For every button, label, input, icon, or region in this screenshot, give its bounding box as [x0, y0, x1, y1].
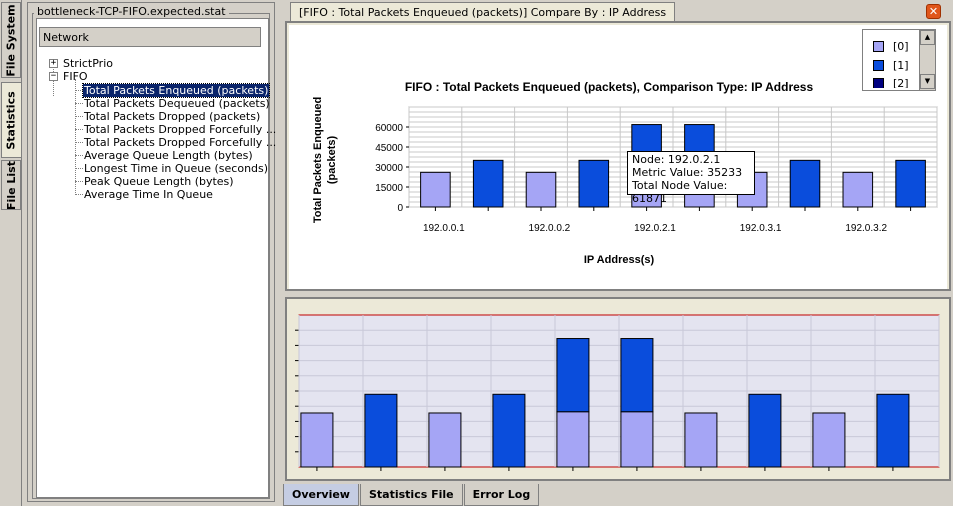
tree-item-total-packets-enqueued[interactable]: Total Packets Enqueued (packets)	[81, 83, 271, 98]
tooltip-total-node-value: Total Node Value: 61871	[632, 179, 728, 205]
overview-bar-8	[812, 412, 846, 468]
tree-line	[75, 168, 83, 169]
x-tick-label: 192.0.3.1	[740, 223, 782, 234]
bar-s1s-1	[472, 159, 504, 208]
y-axis-label: Total Packets Enqueued	[312, 97, 324, 223]
bar-s1s-3	[578, 159, 610, 208]
tooltip-node: Node: 192.0.2.1	[632, 153, 721, 166]
panel-title: bottleneck-TCP-FIFO.expected.stat	[34, 5, 229, 18]
bar-s0s-0	[420, 171, 451, 208]
bar-s1s-9	[895, 159, 926, 208]
x-tick-label: 192.0.0.1	[423, 223, 465, 234]
bar-tooltip: Node: 192.0.2.1 Metric Value: 35233 Tota…	[627, 151, 755, 205]
y-tick-label: 15000	[375, 183, 403, 194]
y-tick-label: 45000	[375, 143, 403, 154]
scroll-down-icon[interactable]: ▼	[920, 74, 935, 89]
vertical-tab-strip: File System Statistics File List	[0, 0, 22, 506]
x-tick-label: 192.0.3.2	[845, 223, 887, 234]
x-axis-label: IP Address(s)	[584, 254, 655, 266]
y-axis-label: (packets)	[326, 136, 338, 185]
metric-tree: Network + StrictPrio − FIFO Total Packet…	[36, 18, 276, 498]
overview-bar-7	[748, 393, 782, 468]
close-icon[interactable]: ✕	[926, 4, 941, 19]
bar-s0s-8	[842, 171, 874, 208]
bottom-tab-strip: Overview Statistics File Error Log	[283, 484, 540, 506]
bar-s0s-2	[525, 171, 557, 208]
overview-bar-5	[620, 411, 654, 468]
legend-swatch	[873, 40, 884, 52]
bar-s1s-7	[789, 159, 821, 208]
tab-file-list-label: File List	[4, 160, 18, 210]
x-tick-label: 192.0.0.2	[529, 223, 571, 234]
main-chart: 0 15000 30000 45000 60000 192.0.0.1 192.0.0.2 1…	[312, 80, 938, 266]
tab-file-list[interactable]: File List	[1, 160, 21, 210]
tree-line	[75, 116, 83, 117]
tab-file-system-label: File System	[4, 3, 18, 77]
legend-item: [0]	[873, 39, 909, 53]
tab-error-log[interactable]: Error Log	[463, 484, 540, 506]
overview-bar-0	[300, 412, 334, 468]
tree-node-strictprio[interactable]: StrictPrio	[63, 57, 113, 70]
tree-item-total-packets-dequeued[interactable]: Total Packets Dequeued (packets)	[83, 97, 271, 110]
expand-strictprio-icon[interactable]: +	[49, 59, 58, 68]
tab-overview[interactable]: Overview	[283, 484, 359, 506]
legend-swatch	[873, 59, 884, 71]
overview-bar-3	[492, 393, 526, 468]
legend-swatch	[873, 78, 884, 88]
overview-bar-5	[620, 338, 654, 413]
tree-item-peak-queue-length[interactable]: Peak Queue Length (bytes)	[83, 175, 235, 188]
legend-label: [2]	[893, 78, 909, 88]
y-tick-label: 30000	[375, 163, 403, 174]
overview-frame	[285, 297, 951, 481]
tree-item-total-packets-dropped[interactable]: Total Packets Dropped (packets)	[83, 110, 261, 123]
overview-bar-4	[556, 411, 590, 468]
overview-chart[interactable]	[287, 299, 949, 479]
chart-frame: 0 15000 30000 45000 60000 192.0.0.1 192.0.0.2 1…	[285, 21, 951, 291]
legend-item: [1]	[873, 58, 909, 72]
tree-line	[75, 155, 83, 156]
main-chart-area: 0 15000 30000 45000 60000 192.0.0.1 192.0.0.2 1…	[289, 25, 947, 289]
legend-scrollbar[interactable]: ▲ ▼	[919, 30, 935, 90]
tree-line	[75, 79, 76, 195]
x-tick-label: 192.0.2.1	[634, 223, 676, 234]
overview-bar-6	[684, 412, 718, 468]
chart-legend: [0] [1] [2] ▲ ▼	[862, 29, 936, 91]
y-tick-label: 0	[397, 203, 403, 214]
tree-item-average-time-in-queue[interactable]: Average Time In Queue	[83, 188, 214, 201]
tree-item-dropped-forcefully-1[interactable]: Total Packets Dropped Forcefully ...	[83, 123, 277, 136]
chart-title: FIFO : Total Packets Enqueued (packets),…	[405, 80, 814, 94]
tree-item-average-queue-length[interactable]: Average Queue Length (bytes)	[83, 149, 254, 162]
tree-line	[75, 129, 83, 130]
legend-label: [1]	[893, 58, 909, 72]
tab-statistics-label: Statistics	[5, 90, 18, 150]
tree-line	[75, 90, 83, 91]
tab-statistics[interactable]: Statistics	[1, 82, 21, 158]
chart-tab[interactable]: [FIFO : Total Packets Enqueued (packets)…	[290, 2, 676, 22]
legend-item: [2]	[873, 78, 909, 88]
tree-item-dropped-forcefully-2[interactable]: Total Packets Dropped Forcefully ...	[83, 136, 277, 149]
tree-line	[75, 103, 83, 104]
tree-line	[75, 142, 83, 143]
tree-line	[75, 194, 83, 195]
collapse-fifo-icon[interactable]: −	[49, 72, 58, 81]
tree-item-longest-time-in-queue[interactable]: Longest Time in Queue (seconds)	[83, 162, 269, 175]
legend-label: [0]	[893, 39, 909, 53]
overview-bar-1	[364, 393, 398, 468]
overview-bar-9	[876, 393, 910, 468]
tab-file-system[interactable]: File System	[1, 2, 21, 78]
tab-statistics-file[interactable]: Statistics File	[359, 484, 463, 506]
overview-bar-2	[428, 412, 462, 468]
y-tick-label: 60000	[375, 123, 403, 134]
scroll-up-icon[interactable]: ▲	[920, 30, 935, 45]
overview-bar-4	[556, 338, 590, 413]
tree-line	[75, 181, 83, 182]
tree-node-fifo[interactable]: FIFO	[63, 70, 88, 83]
tooltip-metric-value: Metric Value: 35233	[632, 166, 743, 179]
network-node[interactable]: Network	[39, 27, 261, 47]
